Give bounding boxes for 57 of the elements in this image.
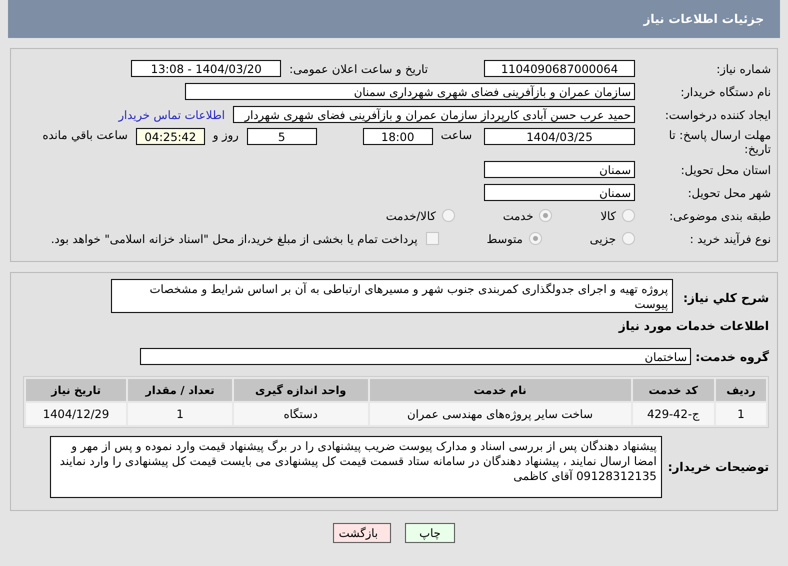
payment-note: پرداخت تمام یا بخشی از مبلغ خرید،از محل "اسناد خزانه اسلامی" خواهد بود. xyxy=(50,232,418,246)
print-button[interactable]: چاپ xyxy=(405,523,455,543)
field-label: روز و xyxy=(212,128,239,142)
option-label: خدمت xyxy=(502,208,534,222)
table-cell: 1404/12/29 xyxy=(26,403,126,425)
field-label: شهر محل تحویل: xyxy=(686,186,771,200)
description-field: پروژه تهیه و اجرای جدولگذاری کمربندی جنوب شهر و مسیرهای ارتباطی به آن بر اساس شرایط و مشخصات پیوست xyxy=(111,279,674,313)
column-header: تعداد / مقدار xyxy=(128,379,232,401)
table-cell: 1 xyxy=(128,403,232,425)
field-label: نوع فرآیند خرید : xyxy=(688,232,771,246)
field-label: مهلت ارسال پاسخ: تا تاریخ: xyxy=(668,128,771,156)
field-label: شماره نیاز: xyxy=(715,62,771,76)
column-header: نام خدمت xyxy=(370,379,631,401)
field-label: ساعت باقي مانده xyxy=(42,128,128,142)
field-label: تاریخ و ساعت اعلان عمومی: xyxy=(289,62,428,76)
table-cell: ساخت سایر پروژه‌های مهندسی عمران xyxy=(370,403,631,425)
field-label: توضیحات خریدار: xyxy=(668,460,769,474)
field-label: ساعت xyxy=(440,128,472,142)
city-field: سمنان xyxy=(484,184,635,201)
radio-button[interactable] xyxy=(622,209,635,222)
table-cell: دستگاه xyxy=(234,403,368,425)
buyer-notes-field: پیشنهاد دهندگان پس از بررسی اسناد و مدارک پیوست ضریب پیشنهادی را در برگ پیشنهاد قیمت وارد نموده و پس از مهر و امضا ارسال نمایند ، پیشنهاد دهندگان در سامانه ستاد قسمت قیمت کل پیشنهادی می بایست قیمت کل پیشنهادی را وارد نمایند 09128312135 آقای کاظمی xyxy=(50,436,662,498)
need-number-field: 1104090687000064 xyxy=(484,60,635,77)
radio-button[interactable] xyxy=(622,232,635,245)
field-label: شرح کلي نیاز: xyxy=(683,291,769,305)
table-cell: ج-42-429 xyxy=(632,403,714,425)
table-cell: 1 xyxy=(716,403,766,425)
option-label: متوسط xyxy=(486,232,523,246)
option-label: جزیی xyxy=(590,232,616,246)
page-title: جزئیات اطلاعات نیاز xyxy=(643,12,764,26)
service-group-field: ساختمان xyxy=(140,348,691,365)
remaining-time-field: 04:25:42 xyxy=(136,128,205,145)
column-header: کد خدمت xyxy=(632,379,714,401)
days-field: 5 xyxy=(246,128,317,145)
radio-button[interactable] xyxy=(528,232,542,245)
contact-link[interactable]: اطلاعات تماس خریدار xyxy=(118,108,225,122)
deadline-date-field: 1404/03/25 xyxy=(484,128,635,145)
radio-button[interactable] xyxy=(442,209,455,222)
column-header: تاریخ نیاز xyxy=(26,379,126,401)
field-label: ایجاد کننده درخواست: xyxy=(664,108,771,122)
checkbox[interactable] xyxy=(426,232,439,245)
buyer-field: سازمان عمران و بازآفرینی فضای شهری شهرداری سمنان xyxy=(185,83,635,100)
field-label: گروه خدمت: xyxy=(699,350,769,364)
deadline-time-field: 18:00 xyxy=(362,128,433,145)
column-header: واحد اندازه گیری xyxy=(234,379,368,401)
column-header: ردیف xyxy=(716,379,766,401)
announce-date-field: 1404/03/20 - 13:08 xyxy=(131,60,282,77)
field-label: طبقه بندی موضوعی: xyxy=(668,208,771,222)
field-label: نام دستگاه خریدار: xyxy=(679,84,771,98)
requester-field: حمید عرب حسن آبادی کارپرداز سازمان عمران و بازآفرینی فضای شهری شهردار xyxy=(233,106,635,123)
option-label: کالا/خدمت xyxy=(386,208,436,222)
province-field: سمنان xyxy=(484,161,635,178)
back-button[interactable]: بازگشت xyxy=(333,523,391,543)
option-label: کالا xyxy=(600,208,616,222)
field-label: استان محل تحویل: xyxy=(680,162,771,176)
radio-button[interactable] xyxy=(539,209,552,222)
section-title: اطلاعات خدمات مورد نیاز xyxy=(618,319,769,333)
